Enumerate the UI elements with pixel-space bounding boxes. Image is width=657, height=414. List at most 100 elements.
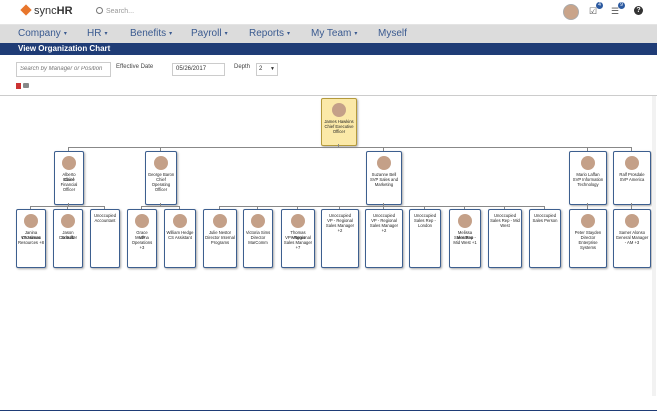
- nav-item-label: Benefits: [130, 28, 167, 39]
- nav-item-myself[interactable]: Myself: [378, 28, 407, 39]
- page-title-bar: View Organization Chart: [0, 43, 657, 55]
- brand-name-prefix: sync: [34, 5, 57, 17]
- chevron-down-icon: ▼: [270, 66, 275, 72]
- position-title: Chief Executive Officer: [324, 124, 354, 134]
- tasks-icon[interactable]: ☑ 4: [588, 2, 603, 16]
- messages-icon[interactable]: ☰ 9: [610, 2, 625, 16]
- person-photo: [581, 156, 595, 170]
- divider: [0, 95, 657, 96]
- person-photo: [377, 156, 391, 170]
- org-card[interactable]: Alberto Blaine Chief Financial Officer: [54, 151, 84, 205]
- position-title: Sales Rep - Mid West +1: [453, 235, 477, 245]
- nav-item-reports[interactable]: Reports ▾: [249, 28, 290, 39]
- position-title: Controller: [58, 235, 78, 240]
- main-nav: Company ▾ HR ▾ Benefits ▾ Payroll ▾ Reports ▾…: [0, 25, 657, 43]
- chevron-down-icon: ▾: [169, 31, 173, 37]
- nav-item-label: Reports: [249, 28, 285, 39]
- org-card-unoccupied[interactable]: Unoccupied Sales Rep - London: [409, 209, 441, 268]
- org-card-unoccupied[interactable]: Unoccupied Sales Person: [529, 209, 561, 268]
- person-photo: [154, 156, 168, 170]
- org-card[interactable]: George Baron Chief Operating Officer: [145, 151, 177, 205]
- org-card[interactable]: Peter Stayden Director Enterprise Systems: [569, 209, 607, 268]
- position-title: VP - Regional Sales Manager +7: [283, 235, 313, 250]
- position-title: Sales Person: [532, 218, 558, 223]
- person-photo: [581, 214, 595, 228]
- user-avatar[interactable]: [563, 4, 579, 20]
- org-connector-line: [219, 206, 544, 207]
- org-card[interactable]: Suzanne Bell SVP Sales and Marketing: [366, 151, 402, 205]
- position-title: SVP America: [619, 177, 645, 182]
- position-title: Accountant: [94, 218, 116, 223]
- org-card[interactable]: William Hedge CS Assistant: [164, 209, 196, 268]
- org-card-unoccupied[interactable]: Unoccupied VP - Regional Sales Manager +2: [365, 209, 403, 268]
- position-title: Director Enterprise Systems: [578, 235, 598, 250]
- print-icon[interactable]: [23, 83, 29, 88]
- person-photo: [251, 214, 265, 228]
- nav-item-payroll[interactable]: Payroll ▾: [191, 28, 228, 39]
- position-title: VP Operations +3: [131, 235, 153, 250]
- position-title: Sales Rep - London: [414, 218, 436, 228]
- nav-item-hr[interactable]: HR ▾: [87, 28, 107, 39]
- person-photo: [332, 103, 346, 117]
- nav-item-my-team[interactable]: My Team ▾: [311, 28, 357, 39]
- org-card[interactable]: Melissa Montana Sales Rep - Mid West +1: [449, 209, 481, 268]
- depth-label: Depth: [234, 64, 251, 70]
- position-title: VP Human Resources +8: [18, 235, 44, 245]
- footer-divider: [0, 410, 657, 411]
- nav-item-label: Myself: [378, 28, 407, 39]
- pdf-export-icon[interactable]: [16, 83, 21, 89]
- org-card[interactable]: Samer Alonso General Manager - AM +3: [613, 209, 651, 268]
- org-card[interactable]: Julie Nestor Director Internal Programs: [203, 209, 237, 268]
- position-title: CS Assistant: [168, 235, 192, 240]
- org-card[interactable]: Janina Cazalmos VP Human Resources +8: [16, 209, 46, 268]
- person-photo: [625, 156, 639, 170]
- position-title: SVP Information Technology: [572, 177, 604, 187]
- chevron-down-icon: ▾: [354, 31, 358, 37]
- org-card[interactable]: Grace Medina VP Operations +3: [127, 209, 157, 268]
- nav-item-label: HR: [87, 28, 102, 39]
- search-icon: [96, 7, 103, 14]
- depth-select-value: 2: [259, 66, 263, 72]
- effective-date-input[interactable]: 05/26/2017: [172, 63, 225, 76]
- page-title: View Organization Chart: [18, 44, 111, 53]
- messages-count-badge: 9: [618, 2, 625, 9]
- global-search-placeholder: Search...: [106, 8, 135, 15]
- vertical-scrollbar[interactable]: [652, 96, 656, 396]
- nav-item-label: Payroll: [191, 28, 222, 39]
- brand-name-suffix: HR: [56, 5, 73, 17]
- person-photo: [24, 214, 38, 228]
- org-card[interactable]: Ralf Prosdale SVP America: [613, 151, 651, 205]
- person-photo: [62, 156, 76, 170]
- manager-position-search-input[interactable]: [16, 62, 111, 77]
- person-photo: [458, 214, 472, 228]
- nav-item-label: Company: [18, 28, 61, 39]
- global-search[interactable]: Search...: [96, 6, 134, 15]
- org-card[interactable]: Mario Laffan SVP Information Technology: [569, 151, 607, 205]
- org-card[interactable]: Thomas Wagner VP - Regional Sales Manager…: [281, 209, 315, 268]
- person-photo: [213, 214, 227, 228]
- nav-item-label: My Team: [311, 28, 352, 39]
- org-card-unoccupied[interactable]: Unoccupied Sales Rep - Mid West: [488, 209, 522, 268]
- position-title: Director Internal Programs: [205, 235, 235, 245]
- effective-date-label: Effective Date: [116, 64, 154, 70]
- org-connector-line: [141, 206, 179, 207]
- org-card-unoccupied[interactable]: Unoccupied VP - Regional Sales Manager +2: [321, 209, 359, 268]
- org-card[interactable]: James Hawkins Chief Executive Officer: [321, 98, 357, 146]
- org-card[interactable]: Jason Schultz Controller: [53, 209, 83, 268]
- person-photo: [61, 214, 75, 228]
- org-connector-line: [68, 147, 631, 148]
- position-title: VP - Regional Sales Manager +2: [369, 218, 399, 233]
- help-icon[interactable]: ?: [634, 6, 643, 15]
- nav-item-company[interactable]: Company ▾: [18, 28, 67, 39]
- person-photo: [135, 214, 149, 228]
- depth-select[interactable]: 2 ▼: [256, 63, 278, 76]
- position-title: General Manager - AM +3: [615, 235, 649, 245]
- brand-logo[interactable]: syncHR: [20, 4, 73, 17]
- person-photo: [291, 214, 305, 228]
- nav-item-benefits[interactable]: Benefits ▾: [130, 28, 172, 39]
- person-photo: [625, 214, 639, 228]
- org-card[interactable]: Victoria Sims Director MarComm: [243, 209, 273, 268]
- chevron-down-icon: ▾: [287, 31, 291, 37]
- org-card-unoccupied[interactable]: Unoccupied Accountant: [90, 209, 120, 268]
- chevron-down-icon: ▾: [224, 31, 228, 37]
